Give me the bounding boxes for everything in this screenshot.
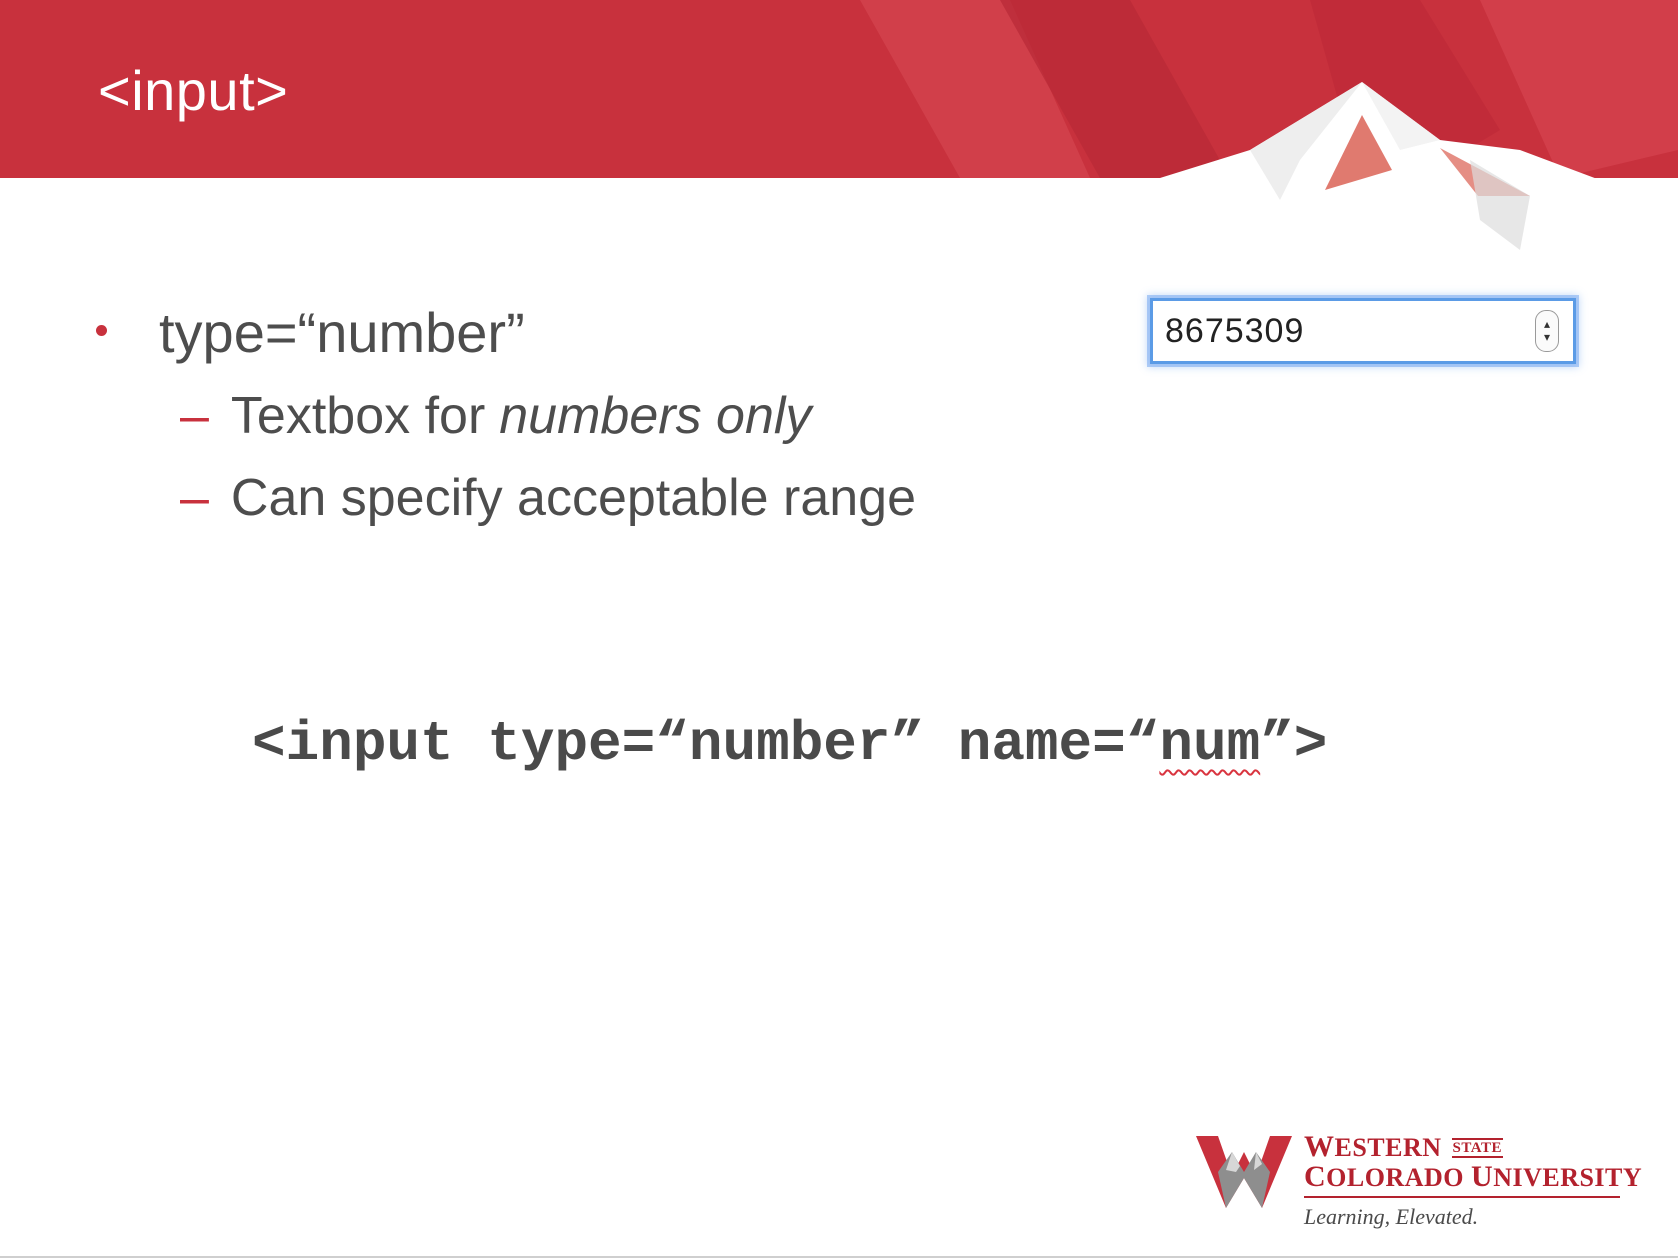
logo-word: ESTERN [1334, 1133, 1442, 1162]
logo-word: NIVERSITY [1493, 1163, 1643, 1192]
sub-bullet-text: Textbox for [230, 387, 486, 445]
logo-state: STATE [1451, 1138, 1504, 1158]
number-input-example[interactable]: 8675309 ▴ ▾ [1150, 298, 1576, 364]
up-down-arrows-icon[interactable]: ▴ ▾ [1535, 310, 1559, 352]
code-squiggle-word: num [1159, 712, 1261, 776]
code-after: ”> [1260, 712, 1328, 776]
logo-divider [1304, 1196, 1620, 1198]
sub-bullet-numbers-only: – Textbox for numbers only [180, 386, 811, 446]
bullet-text: type=“number” [159, 301, 525, 364]
logo-tagline: Learning, Elevated. [1304, 1204, 1479, 1229]
spinner-down-icon[interactable]: ▾ [1544, 331, 1550, 344]
logo-word: OLORADO [1326, 1163, 1472, 1192]
slide-title: <input> [98, 59, 289, 122]
code-before: <input type=“number” name=“ [252, 712, 1160, 776]
dash-icon: – [180, 469, 209, 527]
code-example: <input type=“number” name=“num”> [252, 712, 1327, 776]
sub-bullet-acceptable-range: – Can specify acceptable range [180, 468, 916, 528]
dash-icon: – [180, 387, 209, 445]
logo-initial: U [1471, 1160, 1494, 1193]
logo-western-state: WESTERN STATE [1304, 1130, 1504, 1164]
header-banner [0, 0, 1678, 260]
sub-bullet-text: Can specify acceptable range [230, 469, 917, 527]
bullet-dot-icon [96, 325, 107, 336]
slide: <input> type=“number” – Textbox for numb… [0, 0, 1678, 1260]
logo-initial: W [1304, 1130, 1335, 1163]
sub-bullet-emphasis: numbers only [499, 387, 812, 445]
university-logo: WESTERN STATE COLORADO UNIVERSITY Learnin… [1196, 1126, 1642, 1236]
logo-initial: C [1304, 1160, 1327, 1193]
logo-colorado-university: COLORADO UNIVERSITY [1304, 1160, 1642, 1194]
number-input-value[interactable]: 8675309 [1165, 312, 1535, 351]
bottom-divider [0, 1256, 1678, 1258]
w-mountain-logo-icon [1196, 1136, 1292, 1208]
bullet-type-number: type=“number” [96, 300, 525, 365]
